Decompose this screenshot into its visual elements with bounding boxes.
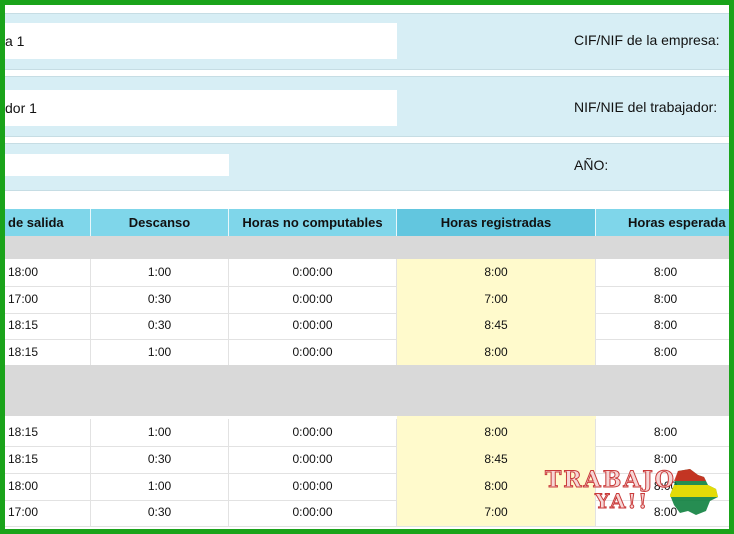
header-non-computable: Horas no computables xyxy=(229,209,397,236)
registered-hours-cell[interactable]: 8:00 xyxy=(397,259,596,286)
non-computable-cell[interactable]: 0:00:00 xyxy=(229,473,397,500)
break-cell[interactable]: 0:30 xyxy=(91,499,229,526)
exit-time-cell[interactable]: 17:00 xyxy=(5,499,91,526)
exit-time-cell[interactable]: 18:15 xyxy=(5,339,91,366)
break-cell[interactable]: 1:00 xyxy=(91,259,229,286)
non-computable-cell[interactable]: 0:00:00 xyxy=(229,339,397,366)
company-id-label: CIF/NIF de la empresa: xyxy=(574,32,720,48)
table-row: 18:15 0:30 0:00:00 8:45 8:00 xyxy=(5,312,729,340)
expected-hours-cell[interactable]: 8:00 xyxy=(596,419,729,446)
non-computable-cell[interactable]: 0:00:00 xyxy=(229,446,397,473)
table-row: 18:15 1:00 0:00:00 8:00 8:00 xyxy=(5,419,729,447)
exit-time-cell[interactable]: 18:15 xyxy=(5,446,91,473)
expected-hours-cell[interactable]: 8:00 xyxy=(596,286,729,313)
table-row: 17:00 0:30 0:00:00 7:00 8:00 xyxy=(5,286,729,314)
exit-time-cell[interactable]: 18:00 xyxy=(5,259,91,286)
worker-band: dor 1 NIF/NIE del trabajador: xyxy=(5,76,729,137)
exit-time-cell[interactable]: 18:15 xyxy=(5,312,91,339)
company-band: a 1 CIF/NIF de la empresa: xyxy=(5,13,729,70)
break-cell[interactable]: 1:00 xyxy=(91,419,229,446)
trabajo-ya-logo: TRABAJO YA!! xyxy=(542,467,722,519)
break-cell[interactable]: 0:30 xyxy=(91,286,229,313)
registered-hours-cell[interactable]: 8:00 xyxy=(397,339,596,366)
company-name-field[interactable]: a 1 xyxy=(5,23,397,59)
non-computable-cell[interactable]: 0:00:00 xyxy=(229,259,397,286)
non-computable-cell[interactable]: 0:00:00 xyxy=(229,419,397,446)
header-expected-hours: Horas esperada xyxy=(596,209,729,236)
exit-time-cell[interactable]: 18:00 xyxy=(5,473,91,500)
non-computable-cell[interactable]: 0:00:00 xyxy=(229,312,397,339)
exit-time-cell[interactable]: 17:00 xyxy=(5,286,91,313)
expected-hours-cell[interactable]: 8:00 xyxy=(596,312,729,339)
break-cell[interactable]: 0:30 xyxy=(91,312,229,339)
expected-hours-cell[interactable]: 8:00 xyxy=(596,259,729,286)
break-cell[interactable]: 0:30 xyxy=(91,446,229,473)
registered-hours-cell[interactable]: 8:45 xyxy=(397,312,596,339)
year-field[interactable] xyxy=(5,154,229,176)
registered-hours-cell[interactable]: 8:00 xyxy=(397,419,596,446)
worker-id-label: NIF/NIE del trabajador: xyxy=(574,99,718,115)
year-label: AÑO: xyxy=(574,157,609,173)
week-separator-2 xyxy=(5,365,729,416)
spreadsheet-frame: a 1 CIF/NIF de la empresa: dor 1 NIF/NIE… xyxy=(0,0,734,534)
registered-hours-cell[interactable]: 7:00 xyxy=(397,286,596,313)
week-separator-1 xyxy=(5,236,729,259)
non-computable-cell[interactable]: 0:00:00 xyxy=(229,499,397,526)
table-row: 18:15 1:00 0:00:00 8:00 8:00 xyxy=(5,339,729,367)
break-cell[interactable]: 1:00 xyxy=(91,339,229,366)
break-cell[interactable]: 1:00 xyxy=(91,473,229,500)
exit-time-cell[interactable]: 18:15 xyxy=(5,419,91,446)
non-computable-cell[interactable]: 0:00:00 xyxy=(229,286,397,313)
header-exit-time: de salida xyxy=(5,209,91,236)
header-registered-hours: Horas registradas xyxy=(397,209,596,236)
worker-name-field[interactable]: dor 1 xyxy=(5,90,397,126)
logo-line-2: YA!! xyxy=(594,489,650,514)
table-row: 18:00 1:00 0:00:00 8:00 8:00 xyxy=(5,259,729,287)
expected-hours-cell[interactable]: 8:00 xyxy=(596,339,729,366)
year-band: AÑO: xyxy=(5,143,729,191)
header-break: Descanso xyxy=(91,209,229,236)
